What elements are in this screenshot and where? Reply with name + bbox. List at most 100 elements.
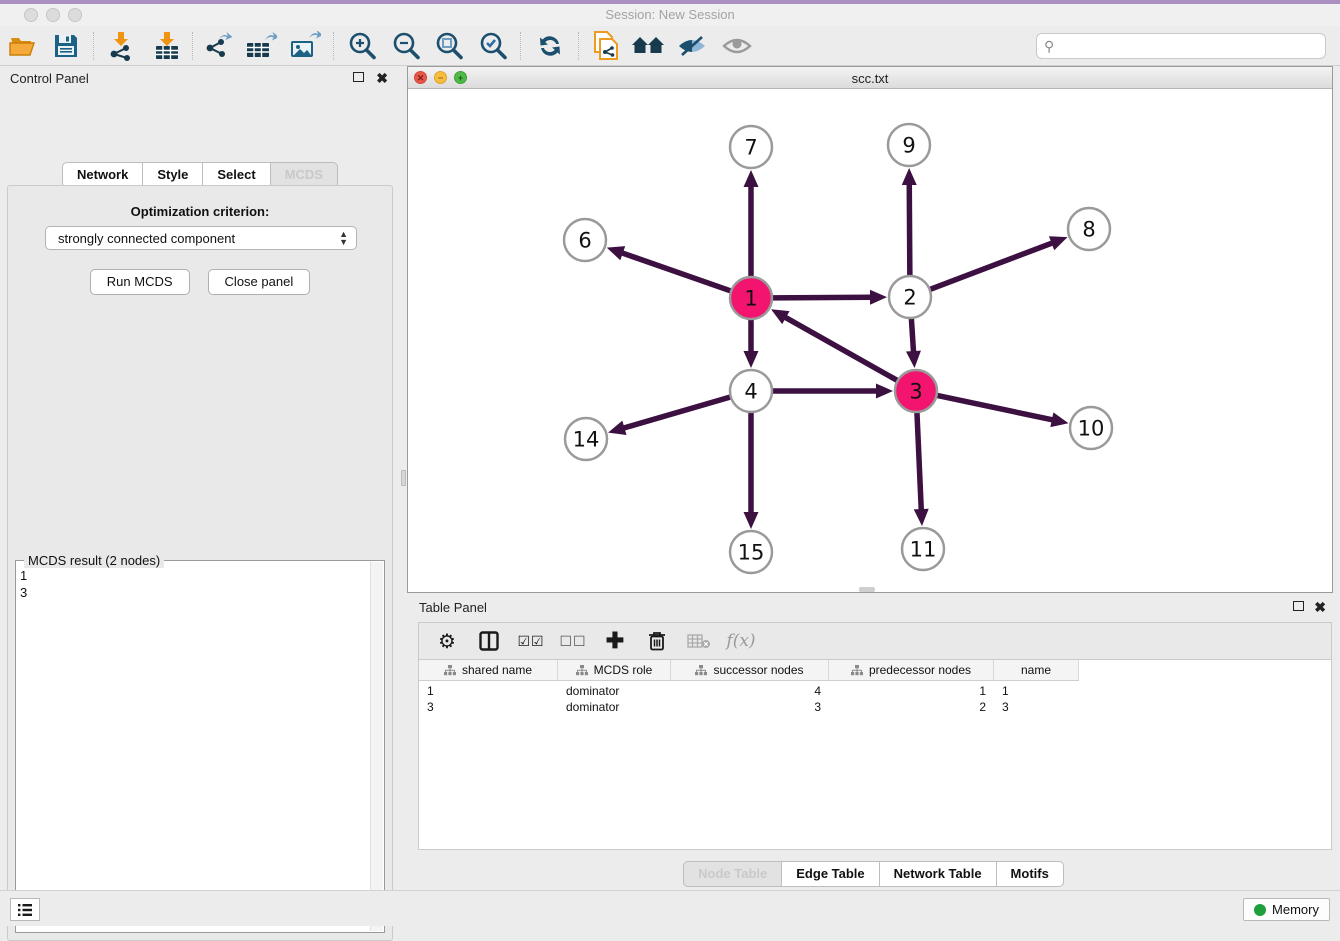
cell-name[interactable]: 3 <box>994 699 1079 715</box>
network-view-window: ✕ − + scc.txt 7968124314101511 <box>407 66 1333 593</box>
control-panel-title: Control Panel <box>10 71 89 86</box>
zoom-in-icon[interactable] <box>344 30 380 62</box>
flow-icon <box>695 665 707 676</box>
open-session-icon[interactable] <box>6 30 42 62</box>
node-label-8: 8 <box>1082 218 1095 242</box>
task-history-icon[interactable] <box>10 898 40 921</box>
copy-icon[interactable] <box>588 30 624 62</box>
edge-4-14[interactable] <box>622 397 731 429</box>
edge-2-3[interactable] <box>911 318 913 354</box>
close-panel-button[interactable]: Close panel <box>208 269 311 295</box>
gear-icon[interactable]: ⚙ <box>433 628 461 654</box>
network-canvas[interactable]: 7968124314101511 <box>408 89 1332 592</box>
network-window-titlebar[interactable]: ✕ − + scc.txt <box>408 67 1332 89</box>
column-header-successor-nodes[interactable]: successor nodes <box>671 660 829 681</box>
float-panel-icon[interactable] <box>353 72 364 84</box>
node-label-14: 14 <box>573 428 600 452</box>
edge-2-9[interactable] <box>909 182 910 276</box>
save-session-icon[interactable] <box>48 30 84 62</box>
result-scrollbar[interactable] <box>370 562 383 931</box>
node-label-11: 11 <box>910 538 937 562</box>
run-mcds-button[interactable]: Run MCDS <box>90 269 190 295</box>
export-network-icon[interactable] <box>200 30 236 62</box>
toolbar-separator <box>93 32 94 60</box>
tab-network-table[interactable]: Network Table <box>880 861 997 887</box>
refresh-icon[interactable] <box>532 30 568 62</box>
node-label-6: 6 <box>578 229 591 253</box>
edge-3-10[interactable] <box>937 395 1055 420</box>
edge-2-8[interactable] <box>930 242 1055 289</box>
tab-edge-table[interactable]: Edge Table <box>782 861 879 887</box>
dropdown-value: strongly connected component <box>58 231 235 246</box>
titlebar: Session: New Session <box>0 4 1340 26</box>
node-label-10: 10 <box>1078 417 1105 441</box>
panel-splitter[interactable] <box>400 66 407 890</box>
close-table-panel-icon[interactable]: ✖ <box>1314 601 1326 613</box>
close-panel-icon[interactable]: ✖ <box>376 72 388 84</box>
edge-arrowhead <box>744 170 759 187</box>
select-all-checkboxes-icon[interactable]: ☑☑ <box>517 628 545 654</box>
column-header-MCDS-role[interactable]: MCDS role <box>558 660 671 681</box>
node-table[interactable]: shared nameMCDS rolesuccessor nodesprede… <box>418 660 1332 850</box>
clear-checkboxes-icon[interactable]: ☐☐ <box>559 628 587 654</box>
show-all-icon[interactable] <box>719 30 755 62</box>
optimization-criterion-dropdown[interactable]: strongly connected component ▲▼ <box>45 226 357 250</box>
network-view-title: scc.txt <box>408 71 1332 86</box>
toolbar-separator <box>578 32 579 60</box>
hide-selected-icon[interactable] <box>674 30 710 62</box>
node-label-3: 3 <box>909 380 922 404</box>
node-label-1: 1 <box>744 287 757 311</box>
delete-column-icon[interactable] <box>643 628 671 654</box>
split-columns-icon[interactable] <box>475 628 503 654</box>
column-header-predecessor-nodes[interactable]: predecessor nodes <box>829 660 994 681</box>
flow-icon <box>444 665 456 676</box>
table-toolbar: ⚙ ☑☑ ☐☐ ✚ f(x) <box>418 622 1332 660</box>
export-table-icon[interactable] <box>243 30 279 62</box>
import-table-icon[interactable] <box>148 30 184 62</box>
table-row[interactable]: 3dominator323 <box>419 699 1079 715</box>
mcds-result-text: 1 3 <box>20 567 27 601</box>
application-window: Session: New Session <box>0 0 1340 926</box>
tab-motifs[interactable]: Motifs <box>997 861 1064 887</box>
edge-1-6[interactable] <box>620 252 731 291</box>
memory-status-icon <box>1254 904 1266 916</box>
home-icon[interactable] <box>630 30 666 62</box>
node-label-2: 2 <box>903 286 916 310</box>
canvas-scrollbar-handle[interactable] <box>859 587 875 592</box>
zoom-selected-icon[interactable] <box>475 30 511 62</box>
table-row[interactable]: 1dominator411 <box>419 683 1079 699</box>
zoom-out-icon[interactable] <box>388 30 424 62</box>
mcds-result-box: MCDS result (2 nodes) 1 3 <box>15 560 385 933</box>
edge-3-1[interactable] <box>783 316 897 381</box>
export-image-icon[interactable] <box>287 30 323 62</box>
cell-shared-name[interactable]: 1 <box>419 683 558 699</box>
cell-predecessor-nodes[interactable]: 2 <box>829 699 994 715</box>
window-title: Session: New Session <box>0 7 1340 22</box>
mcds-result-title: MCDS result (2 nodes) <box>24 553 164 568</box>
column-header-name[interactable]: name <box>994 660 1079 681</box>
import-network-icon[interactable] <box>102 30 138 62</box>
node-label-4: 4 <box>744 380 757 404</box>
tab-node-table[interactable]: Node Table <box>683 861 782 887</box>
cell-successor-nodes[interactable]: 4 <box>671 683 829 699</box>
column-header-shared-name[interactable]: shared name <box>419 660 558 681</box>
memory-button[interactable]: Memory <box>1243 898 1330 921</box>
float-table-panel-icon[interactable] <box>1293 601 1304 613</box>
toolbar-separator <box>333 32 334 60</box>
table-panel: Table Panel ✖ ⚙ ☑☑ ☐☐ ✚ f(x) shared name… <box>407 595 1340 890</box>
edge-3-11[interactable] <box>917 412 921 512</box>
edge-arrowhead <box>1050 412 1068 427</box>
cell-shared-name[interactable]: 3 <box>419 699 558 715</box>
search-input[interactable] <box>1063 35 1318 57</box>
cell-name[interactable]: 1 <box>994 683 1079 699</box>
edge-arrowhead <box>744 351 759 368</box>
cell-MCDS-role[interactable]: dominator <box>558 699 671 715</box>
edge-1-2[interactable] <box>772 297 873 298</box>
cell-predecessor-nodes[interactable]: 1 <box>829 683 994 699</box>
cell-MCDS-role[interactable]: dominator <box>558 683 671 699</box>
add-column-icon[interactable]: ✚ <box>601 628 629 654</box>
cell-successor-nodes[interactable]: 3 <box>671 699 829 715</box>
zoom-fit-icon[interactable] <box>431 30 467 62</box>
network-graph[interactable]: 7968124314101511 <box>408 89 1332 593</box>
edge-arrowhead <box>876 384 893 399</box>
